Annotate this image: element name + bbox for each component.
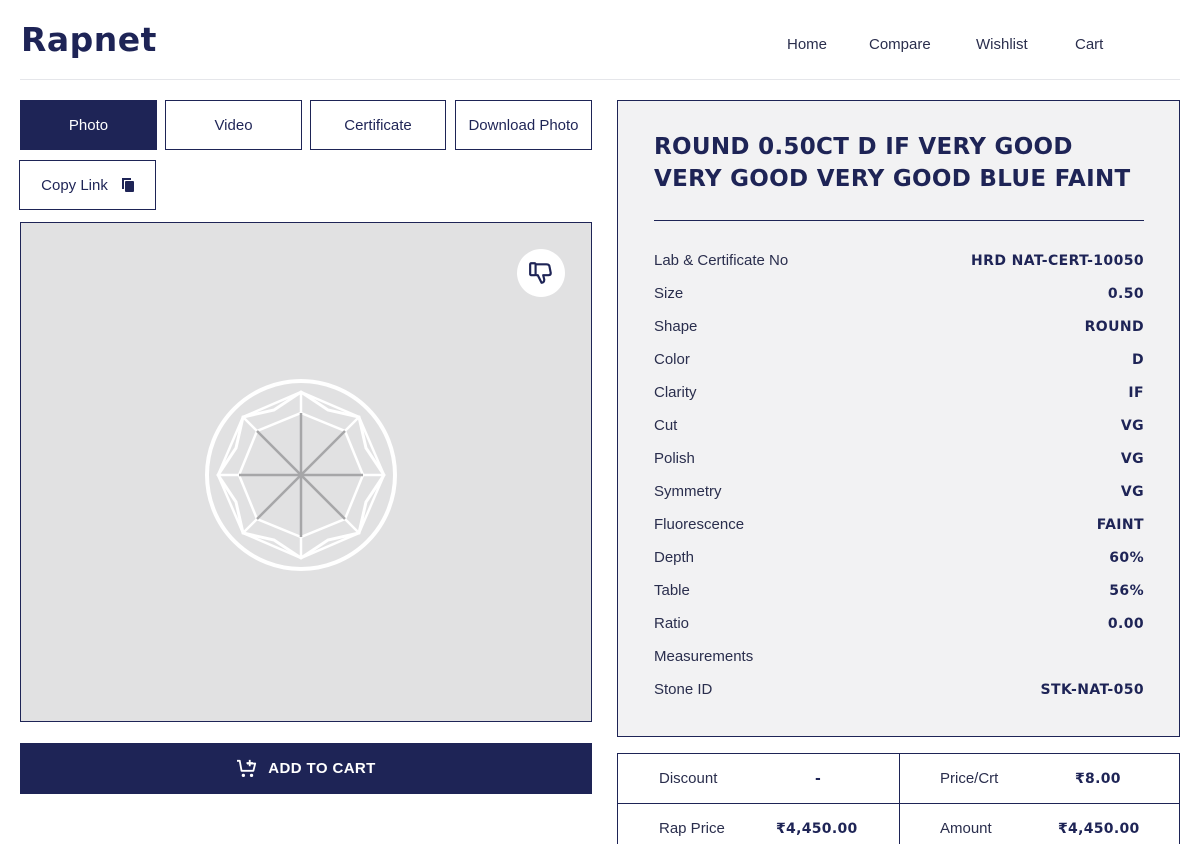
spec-label: Table	[654, 582, 690, 599]
spec-label: Fluorescence	[654, 516, 745, 533]
spec-value: 0.00	[1107, 615, 1144, 632]
title-divider	[654, 220, 1144, 221]
nav-compare[interactable]: Compare	[869, 36, 931, 53]
spec-row: Lab & Certificate No HRD NAT-CERT-10050	[654, 244, 1144, 277]
amount-label: Amount	[940, 820, 992, 837]
spec-value: VG	[1120, 450, 1144, 467]
spec-row: Color D	[654, 343, 1144, 376]
spec-value: 60%	[1109, 549, 1144, 566]
round-diamond-illustration	[205, 379, 397, 571]
rap-price-label: Rap Price	[659, 820, 725, 837]
price-per-crt-label: Price/Crt	[940, 770, 999, 787]
spec-row: Depth 60%	[654, 541, 1144, 574]
spec-label: Polish	[654, 450, 695, 467]
tab-certificate[interactable]: Certificate	[310, 100, 446, 150]
price-per-crt-value: ₹8.00	[1075, 771, 1121, 787]
spec-row: Symmetry VG	[654, 475, 1144, 508]
dislike-button[interactable]	[517, 249, 565, 297]
add-to-cart-label: ADD TO CART	[268, 760, 376, 777]
spec-label: Ratio	[654, 615, 690, 632]
nav-cart[interactable]: Cart	[1075, 36, 1103, 53]
spec-label: Color	[654, 351, 690, 368]
spec-row: Ratio 0.00	[654, 607, 1144, 640]
add-to-cart-button[interactable]: ADD TO CART	[20, 743, 592, 794]
thumbs-down-icon	[529, 262, 552, 284]
spec-label: Depth	[654, 549, 695, 566]
rap-price-value: ₹4,450.00	[776, 821, 858, 837]
spec-value: FAINT	[1096, 516, 1144, 533]
spec-label: Stone ID	[654, 681, 713, 698]
spec-row: Cut VG	[654, 409, 1144, 442]
spec-row: Measurements	[654, 640, 1144, 673]
spec-value: HRD NAT-CERT-10050	[971, 252, 1144, 269]
diamond-title: ROUND 0.50CT D IF VERY GOOD VERY GOOD VE…	[654, 134, 1131, 192]
spec-value: ROUND	[1084, 318, 1144, 335]
spec-label: Lab & Certificate No	[654, 252, 789, 269]
copy-icon	[121, 178, 134, 192]
diamond-details-panel: ROUND 0.50CT D IF VERY GOOD VERY GOOD VE…	[617, 100, 1180, 737]
spec-row: Stone ID STK-NAT-050	[654, 673, 1144, 706]
spec-value: 56%	[1109, 582, 1144, 599]
spec-value: 0.50	[1107, 285, 1144, 302]
row-divider	[618, 803, 1179, 804]
spec-label: Shape	[654, 318, 698, 335]
header: Rapnet Home Compare Wishlist Cart	[20, 0, 1180, 80]
discount-value: -	[815, 771, 822, 787]
spec-label: Size	[654, 285, 684, 302]
spec-value: IF	[1128, 384, 1144, 401]
cart-plus-icon	[237, 759, 257, 777]
spec-row: Table 56%	[654, 574, 1144, 607]
logo[interactable]: Rapnet	[21, 20, 157, 59]
spec-value: D	[1131, 351, 1144, 368]
spec-row: Clarity IF	[654, 376, 1144, 409]
diamond-photo-viewer	[20, 222, 592, 722]
tab-video[interactable]: Video	[165, 100, 302, 150]
price-table: Discount - Price/Crt ₹8.00 Rap Price ₹4,…	[617, 753, 1180, 844]
spec-row: Fluorescence FAINT	[654, 508, 1144, 541]
column-divider	[899, 754, 900, 844]
spec-row: Shape ROUND	[654, 310, 1144, 343]
spec-label: Cut	[654, 417, 678, 434]
copy-link-label: Copy Link	[41, 176, 108, 194]
spec-value: VG	[1120, 483, 1144, 500]
spec-row: Polish VG	[654, 442, 1144, 475]
spec-label: Symmetry	[654, 483, 722, 500]
amount-value: ₹4,450.00	[1058, 821, 1140, 837]
spec-value: VG	[1120, 417, 1144, 434]
nav-wishlist[interactable]: Wishlist	[976, 36, 1028, 53]
download-photo-button[interactable]: Download Photo	[455, 100, 592, 150]
discount-label: Discount	[659, 770, 718, 787]
spec-value: STK-NAT-050	[1040, 681, 1144, 698]
copy-link-button[interactable]: Copy Link	[19, 160, 156, 210]
nav-home[interactable]: Home	[787, 36, 827, 53]
tab-photo[interactable]: Photo	[20, 100, 157, 150]
spec-row: Size 0.50	[654, 277, 1144, 310]
spec-label: Measurements	[654, 648, 754, 665]
spec-label: Clarity	[654, 384, 697, 401]
